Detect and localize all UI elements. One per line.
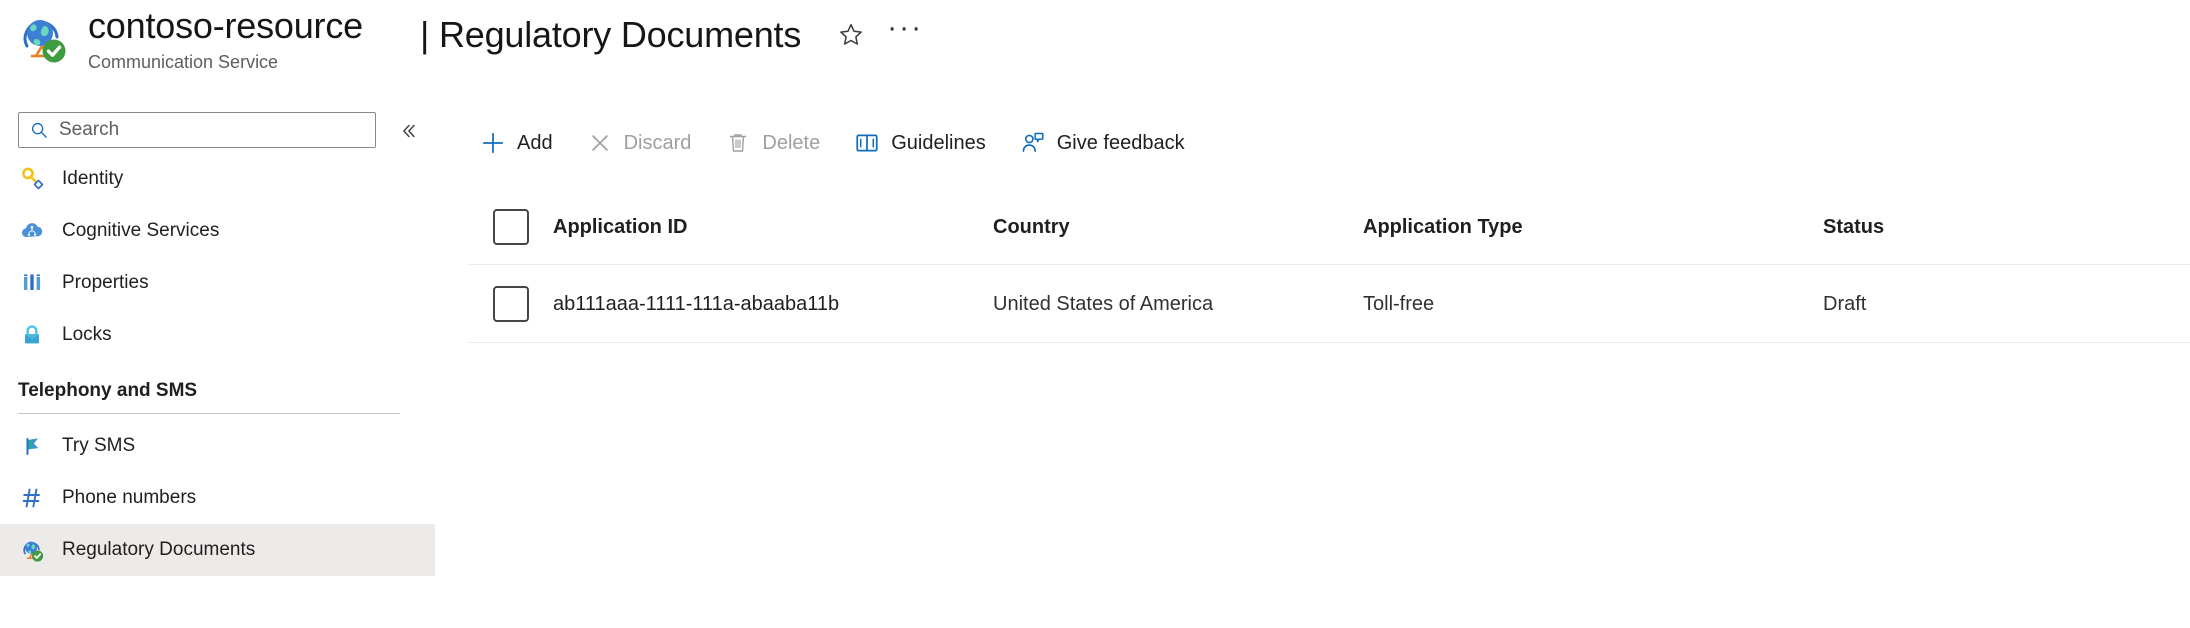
guidelines-button-label: Guidelines xyxy=(891,132,986,154)
cognitive-cloud-icon xyxy=(18,217,46,245)
flag-icon xyxy=(18,432,46,460)
plus-icon xyxy=(480,130,506,156)
discard-button[interactable]: Discard xyxy=(575,119,704,167)
resource-name: contoso-resource xyxy=(88,5,363,46)
sidebar-item-identity[interactable]: Identity xyxy=(0,153,435,205)
main-content: Add Discard Delete Guidelines Give feedb… xyxy=(440,95,2190,628)
sidebar-item-label: Phone numbers xyxy=(62,487,197,508)
sidebar-group-title: Telephony and SMS xyxy=(18,380,198,401)
close-x-icon xyxy=(587,130,613,156)
page-title-row: | Regulatory Documents ··· xyxy=(420,8,925,62)
column-header-application-id[interactable]: Application ID xyxy=(553,215,993,239)
regulatory-documents-table: Application ID Country Application Type … xyxy=(468,190,2190,343)
book-icon xyxy=(854,130,880,156)
column-header-country[interactable]: Country xyxy=(993,215,1363,239)
resource-subtitle: Communication Service xyxy=(88,52,279,72)
select-all-cell xyxy=(468,209,553,245)
add-button-label: Add xyxy=(517,132,553,154)
sidebar-nav-list: Identity Cognitive Services Properties L… xyxy=(0,153,440,576)
sidebar-item-label: Cognitive Services xyxy=(62,220,220,241)
sidebar-item-label: Identity xyxy=(62,168,124,189)
sidebar-item-regulatory-documents[interactable]: Regulatory Documents xyxy=(0,524,435,576)
cell-country: United States of America xyxy=(993,292,1214,315)
properties-bars-icon xyxy=(18,269,46,297)
guidelines-button[interactable]: Guidelines xyxy=(842,119,998,167)
search-icon xyxy=(29,120,49,140)
sidebar: Identity Cognitive Services xyxy=(0,95,440,628)
star-outline-icon[interactable] xyxy=(831,15,871,55)
command-bar: Add Discard Delete Guidelines Give feedb… xyxy=(440,115,1207,171)
more-options-icon[interactable]: ··· xyxy=(885,8,925,62)
cell-application-id: ab111aaa-1111-111a-abaaba11b xyxy=(553,292,840,315)
sidebar-item-locks[interactable]: Locks xyxy=(0,309,435,361)
add-button[interactable]: Add xyxy=(468,119,565,167)
delete-button[interactable]: Delete xyxy=(713,119,832,167)
key-icon xyxy=(18,165,46,193)
sidebar-item-try-sms[interactable]: Try SMS xyxy=(0,420,435,472)
sidebar-item-cognitive-services[interactable]: Cognitive Services xyxy=(0,205,435,257)
sidebar-item-label: Try SMS xyxy=(62,435,136,456)
sidebar-item-phone-numbers[interactable]: Phone numbers xyxy=(0,472,435,524)
sidebar-search-row xyxy=(0,107,440,149)
select-all-checkbox[interactable] xyxy=(493,209,529,245)
hash-icon xyxy=(18,484,46,512)
sidebar-item-properties[interactable]: Properties xyxy=(0,257,435,309)
give-feedback-button-label: Give feedback xyxy=(1056,132,1185,154)
page-title: | Regulatory Documents xyxy=(420,14,802,55)
row-checkbox[interactable] xyxy=(493,285,529,322)
cell-application-type: Toll-free xyxy=(1363,292,1435,315)
table-header-row: Application ID Country Application Type … xyxy=(468,190,2190,265)
person-feedback-icon xyxy=(1020,130,1046,156)
globe-check-icon xyxy=(18,536,46,564)
trash-icon xyxy=(725,130,751,156)
row-select-cell xyxy=(468,285,553,322)
sidebar-item-label: Regulatory Documents xyxy=(62,539,256,560)
sidebar-group-divider xyxy=(18,413,400,414)
sidebar-item-label: Properties xyxy=(62,272,149,293)
resource-title-block: contoso-resource Communication Service xyxy=(88,4,363,74)
double-chevron-left-icon[interactable] xyxy=(392,117,424,145)
globe-check-icon xyxy=(14,10,70,66)
resource-header: contoso-resource Communication Service |… xyxy=(0,0,2190,95)
column-header-application-type[interactable]: Application Type xyxy=(1363,215,1823,239)
search-input[interactable] xyxy=(59,115,349,145)
discard-button-label: Discard xyxy=(623,132,692,154)
give-feedback-button[interactable]: Give feedback xyxy=(1008,119,1197,167)
sidebar-item-label: Locks xyxy=(62,324,112,345)
lock-icon xyxy=(18,321,46,349)
column-header-status[interactable]: Status xyxy=(1823,215,2153,239)
status-badge: Draft xyxy=(1823,292,1867,315)
delete-button-label: Delete xyxy=(762,132,821,154)
table-row[interactable]: ab111aaa-1111-111a-abaaba11b United Stat… xyxy=(468,265,2190,343)
search-box[interactable] xyxy=(18,112,376,148)
